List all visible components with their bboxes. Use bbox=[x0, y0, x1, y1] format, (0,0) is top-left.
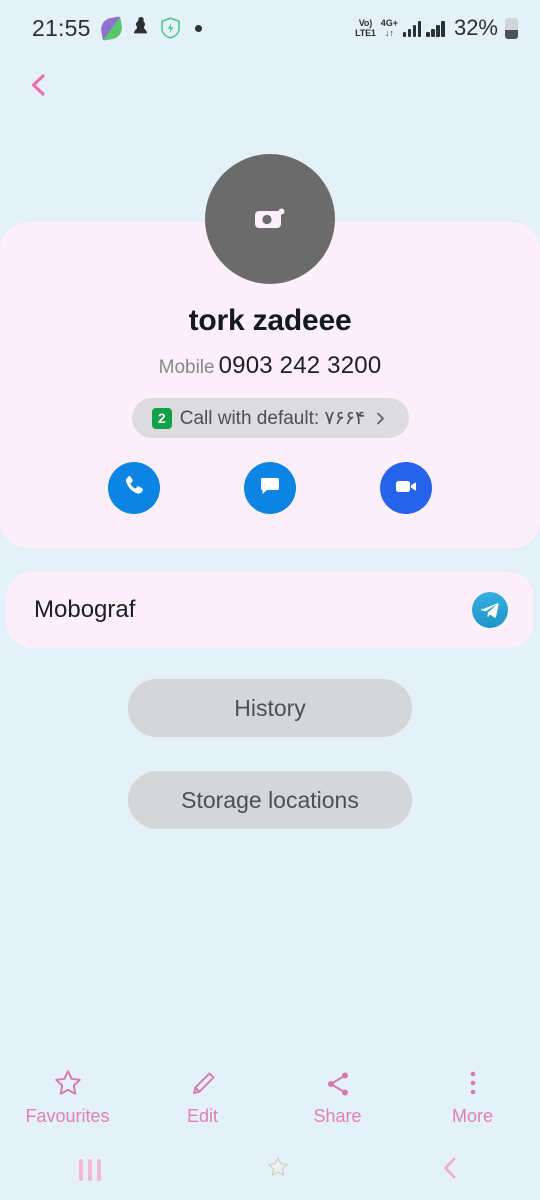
phone-number: 0903 242 3200 bbox=[218, 352, 382, 379]
toolbar-label-edit: Edit bbox=[186, 1105, 219, 1126]
app-row-mobograf[interactable]: Mobograf bbox=[6, 572, 534, 648]
call-button[interactable] bbox=[108, 462, 160, 514]
storage-locations-button[interactable]: Storage locations bbox=[128, 771, 412, 829]
toolbar-item-edit[interactable]: Edit bbox=[135, 1056, 270, 1140]
signal-bars-icon-2 bbox=[426, 20, 445, 37]
shield-bolt-icon bbox=[160, 17, 181, 39]
nav-home-button[interactable] bbox=[180, 1140, 360, 1200]
toolbar-label-share: Share bbox=[313, 1105, 362, 1126]
chevron-right-icon bbox=[373, 411, 388, 426]
toolbar-item-share[interactable]: Share bbox=[270, 1056, 405, 1140]
toolbar-label-favourites: Favourites bbox=[25, 1105, 110, 1126]
recents-icon bbox=[79, 1159, 101, 1181]
phone-line[interactable]: Mobile 0903 242 3200 bbox=[0, 352, 540, 380]
battery-percent-label: 32% bbox=[453, 15, 498, 40]
silhouette-icon bbox=[132, 16, 150, 41]
signal-bars-icon bbox=[402, 20, 422, 37]
bottom-toolbar: Favourites Edit Share More bbox=[0, 1056, 540, 1140]
phone-type-label: Mobile bbox=[158, 357, 215, 378]
contact-name: tork zadeee bbox=[188, 304, 352, 337]
system-navigation-bar bbox=[0, 1140, 540, 1200]
avatar[interactable] bbox=[205, 154, 335, 284]
leaf-icon bbox=[98, 15, 124, 41]
nav-back-button[interactable] bbox=[360, 1140, 540, 1200]
camera-icon bbox=[253, 205, 287, 233]
telegram-icon[interactable] bbox=[472, 592, 508, 628]
message-button[interactable] bbox=[244, 462, 296, 514]
volte-icon: Vo) LTE1 bbox=[355, 18, 376, 38]
pencil-icon bbox=[189, 1070, 217, 1098]
message-icon bbox=[257, 473, 283, 504]
moon-star-home-icon bbox=[248, 1147, 292, 1194]
nav-recents-button[interactable] bbox=[0, 1140, 180, 1200]
sim-badge: 2 bbox=[151, 407, 172, 429]
status-bar-right: Vo) LTE1 4G+ ↓↑ 32% bbox=[355, 15, 518, 41]
status-bar-clock: 21:55 bbox=[32, 14, 91, 41]
back-chevron-icon bbox=[439, 1156, 461, 1185]
share-icon bbox=[324, 1070, 352, 1098]
contact-actions bbox=[0, 462, 540, 514]
call-with-default-label: Call with default: ۷۶۶۴ bbox=[179, 407, 366, 429]
status-bar-left: 21:55 bbox=[32, 15, 202, 42]
toolbar-item-more[interactable]: More bbox=[405, 1056, 540, 1140]
app-row-label: Mobograf bbox=[34, 596, 136, 623]
video-camera-icon bbox=[393, 473, 419, 504]
back-chevron-icon[interactable] bbox=[26, 72, 52, 98]
toolbar-label-more: More bbox=[451, 1105, 493, 1126]
battery-icon bbox=[505, 17, 518, 39]
call-with-default-chip[interactable]: 2 Call with default: ۷۶۶۴ bbox=[131, 398, 409, 438]
status-bar: 21:55 Vo) LTE1 4G+ ↓↑ 32% bbox=[0, 0, 540, 56]
back-button-row bbox=[0, 56, 540, 114]
more-vertical-icon bbox=[468, 1070, 478, 1098]
phone-icon bbox=[121, 473, 147, 504]
star-icon bbox=[53, 1070, 83, 1098]
toolbar-item-favourites[interactable]: Favourites bbox=[0, 1056, 135, 1140]
profile-card: tork zadeee Mobile 0903 242 3200 2 Call w… bbox=[0, 154, 540, 548]
history-button[interactable]: History bbox=[128, 679, 412, 737]
network-type-icon: 4G+ ↓↑ bbox=[380, 18, 398, 38]
video-call-button[interactable] bbox=[380, 462, 432, 514]
dot-icon bbox=[194, 24, 202, 32]
